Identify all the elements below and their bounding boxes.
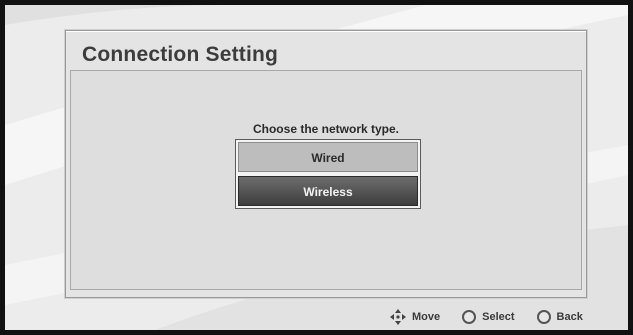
back-hint[interactable]: Back xyxy=(536,310,583,324)
connection-setting-dialog: Connection Setting Choose the network ty… xyxy=(65,30,587,298)
footer-hints: Move Select Back xyxy=(390,309,583,325)
circle-button-icon xyxy=(462,310,477,324)
select-label: Select xyxy=(482,311,515,323)
wired-option[interactable]: Wired xyxy=(238,142,418,172)
network-type-prompt: Choose the network type. xyxy=(252,122,400,136)
move-label: Move xyxy=(412,311,441,323)
dialog-title: Connection Setting xyxy=(82,43,279,66)
select-hint[interactable]: Select xyxy=(462,310,515,324)
dpad-arrows-icon xyxy=(390,309,406,325)
move-hint: Move xyxy=(390,309,440,325)
wireless-option[interactable]: Wireless xyxy=(238,176,418,206)
circle-button-icon xyxy=(536,310,551,324)
dialog-body: Choose the network type. Wired Wireless xyxy=(70,70,582,290)
network-type-options: Wired Wireless xyxy=(235,139,421,209)
back-label: Back xyxy=(556,311,583,323)
tv-screen: Connection Setting Choose the network ty… xyxy=(5,5,628,330)
